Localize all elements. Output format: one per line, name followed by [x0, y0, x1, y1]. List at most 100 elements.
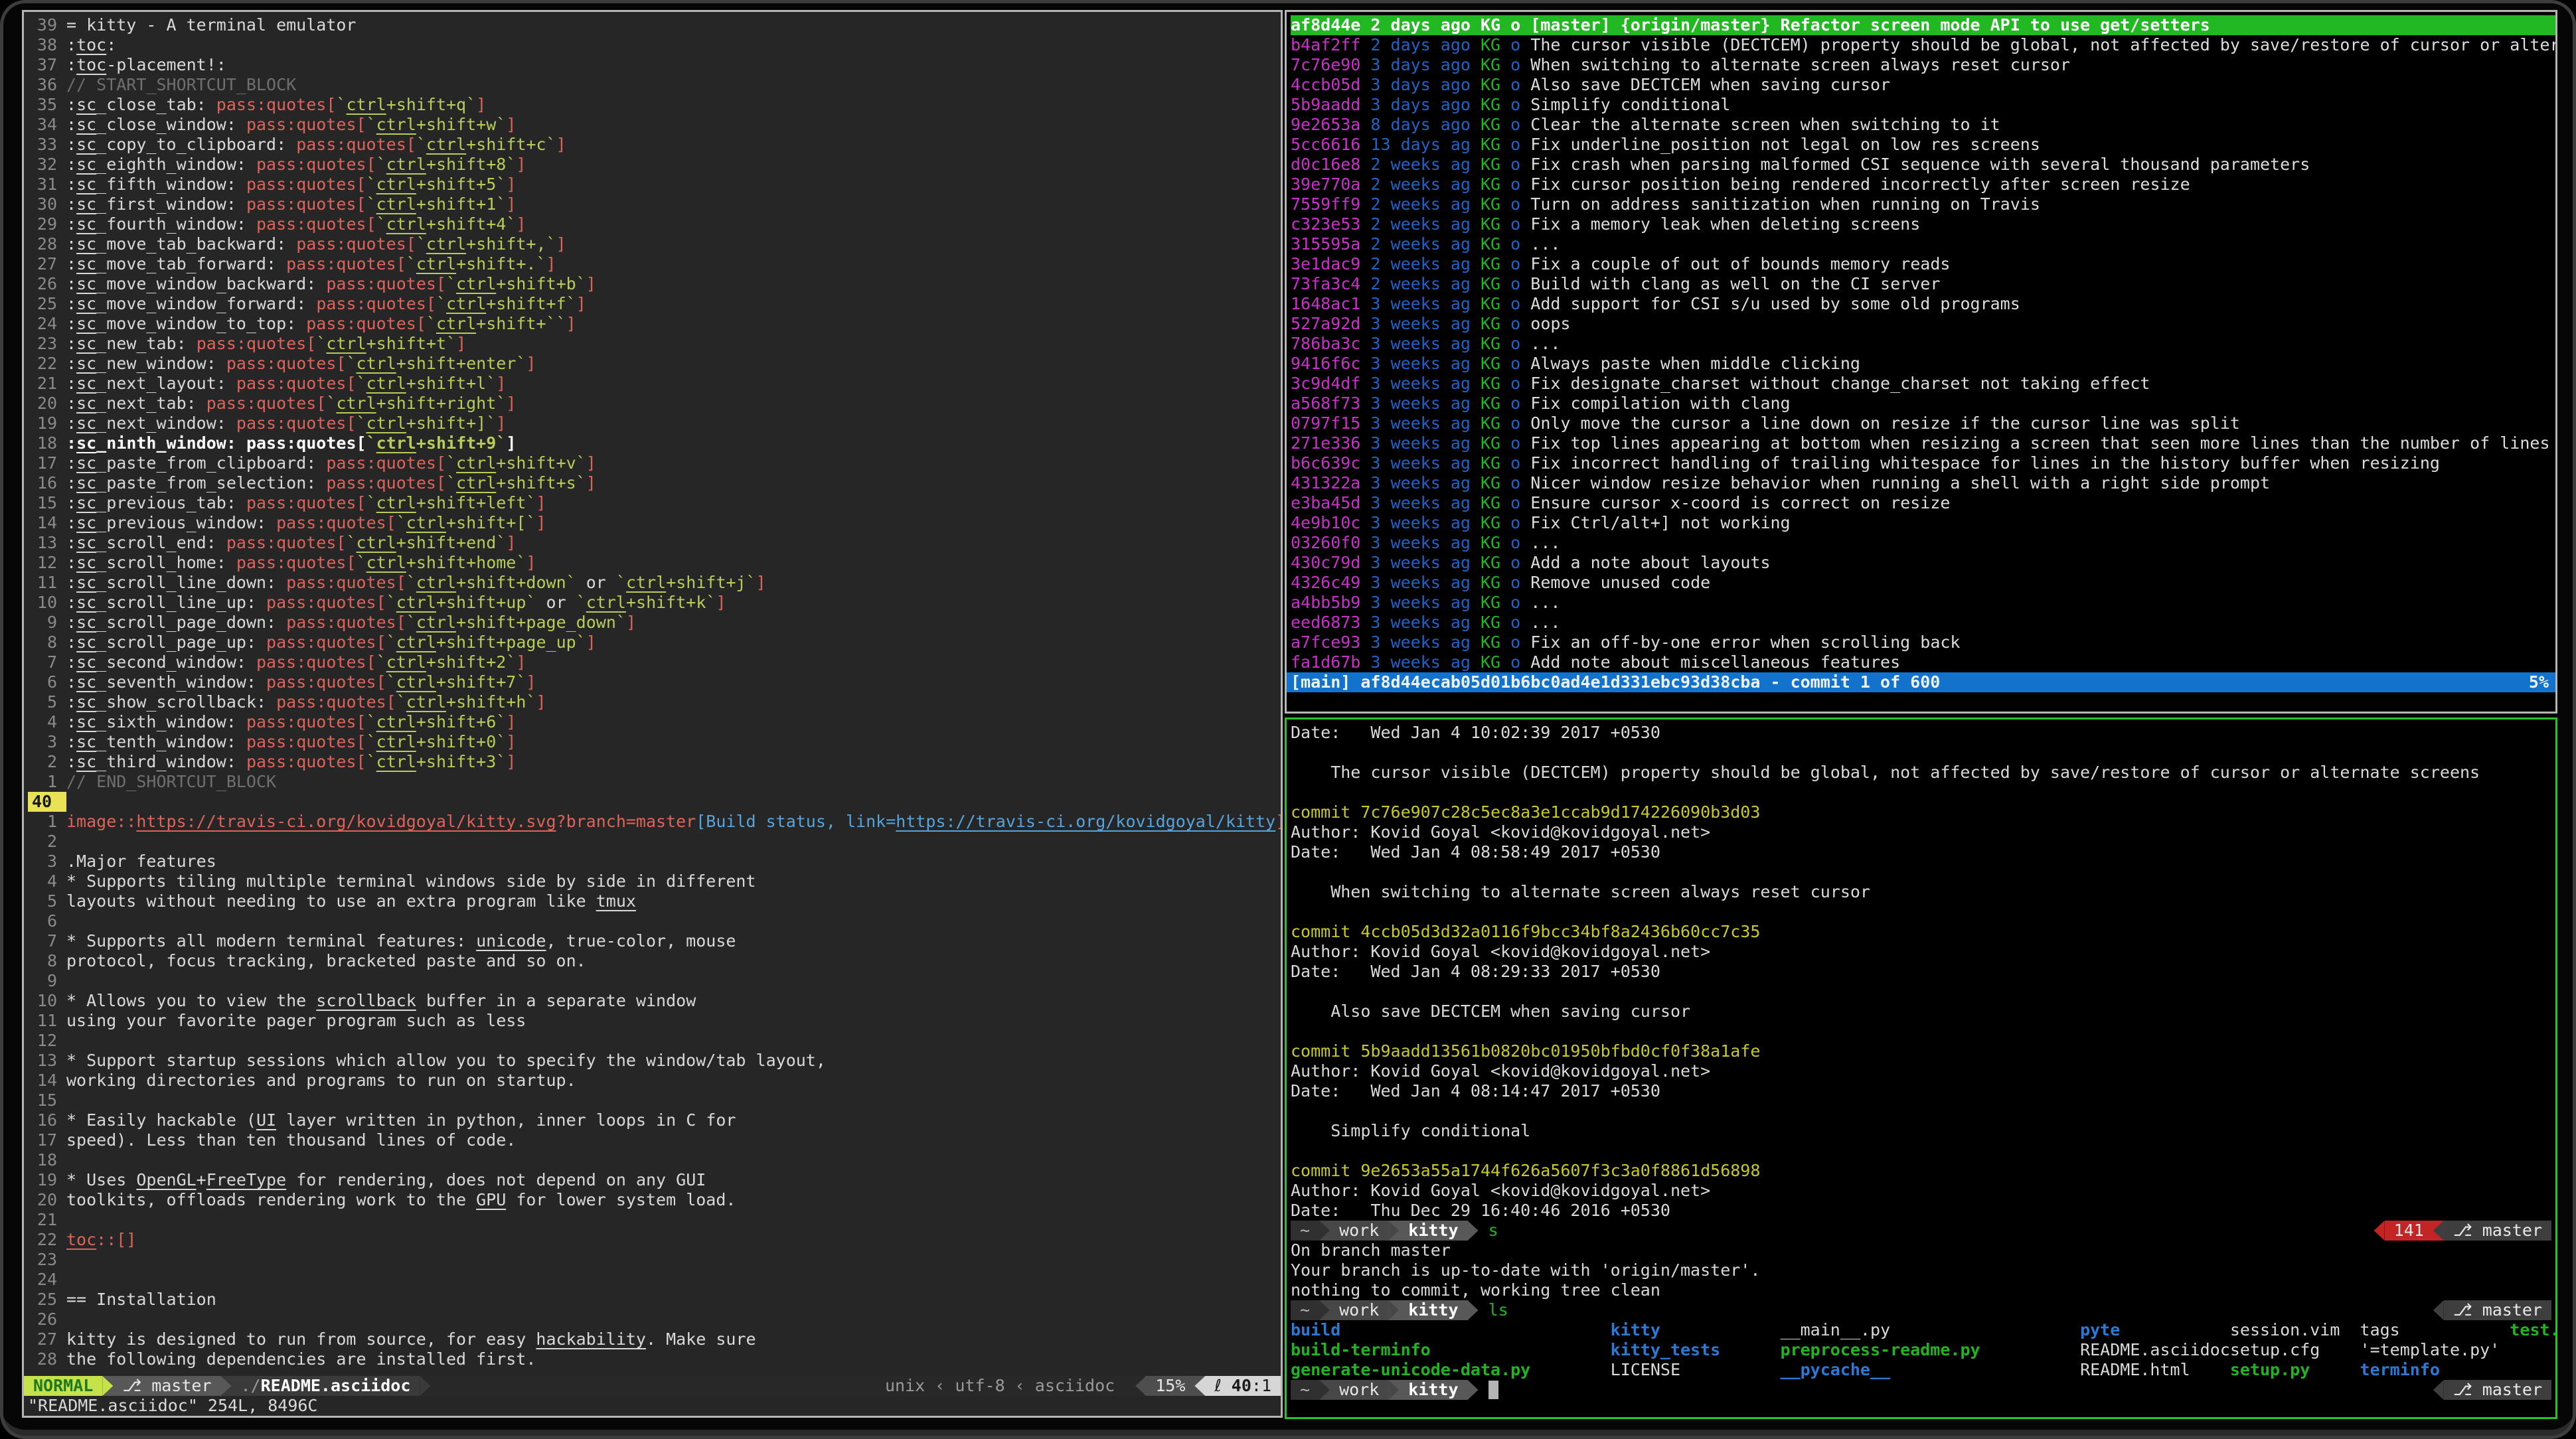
commit-row[interactable]: 7559ff9 2 weeks ag KG o Turn on address … [1291, 194, 2555, 214]
vim-line-number: 34 [28, 115, 66, 135]
vim-line: 2:sc_third_window: pass:quotes[`ctrl+shi… [28, 752, 1281, 772]
vim-line: 1image::https://travis-ci.org/kovidgoyal… [28, 812, 1281, 832]
text-segment: README.html [2080, 1360, 2230, 1380]
vim-line: 23:sc_new_tab: pass:quotes[`ctrl+shift+t… [28, 334, 1281, 354]
vim-window[interactable]: 39= kitty - A terminal emulator38:toc:37… [22, 10, 1283, 1418]
commit-row[interactable]: d0c16e8 2 weeks ag KG o Fix crash when p… [1291, 155, 2555, 175]
text-segment: [Build status, link= [696, 812, 896, 831]
git-branch-segment: ⎇ master [113, 1376, 220, 1396]
commit-row[interactable]: 4326c49 3 weeks ag KG o Remove unused co… [1291, 573, 2555, 593]
vim-line-text: * Supports all modern terminal features:… [66, 931, 1281, 951]
shell-scrollback[interactable]: Date: Wed Jan 4 10:02:39 2017 +0530 The … [1287, 720, 2555, 1400]
commit-row[interactable]: af8d44e 2 days ago KG o [master] {origin… [1291, 15, 2555, 35]
text-segment: __pycache__ [1781, 1360, 2081, 1380]
commit-row[interactable]: 271e336 3 weeks ag KG o Fix top lines ap… [1291, 433, 2555, 453]
commit-row[interactable]: b6c639c 3 weeks ag KG o Fix incorrect ha… [1291, 453, 2555, 473]
vim-line-text: speed). Less than ten thousand lines of … [66, 1130, 1281, 1150]
vim-current-line-number: 40 [28, 792, 66, 812]
vim-line-number: 17 [28, 1130, 66, 1150]
vim-line-number: 14 [28, 513, 66, 533]
vim-line: 25== Installation [28, 1290, 1281, 1310]
vim-line-text: :sc_copy_to_clipboard: pass:quotes[`ctrl… [66, 135, 1281, 155]
text-segment: toc [76, 35, 106, 54]
vim-line-number: 18 [28, 433, 66, 453]
vim-line-text: :sc_next_layout: pass:quotes[`ctrl+shift… [66, 374, 1281, 394]
vim-line: 1// END_SHORTCUT_BLOCK [28, 772, 1281, 792]
text-segment: , true-color, mouse [546, 931, 736, 950]
shell-prompt-line[interactable]: ~workkitty ls⎇ master [1291, 1300, 2555, 1320]
vim-line: 24 [28, 1270, 1281, 1290]
powerline-separator-icon [1194, 1376, 1205, 1396]
text-segment: scrollback [316, 991, 416, 1010]
commit-row[interactable]: 315595a 2 weeks ag KG o ... [1291, 234, 2555, 254]
vim-line: 31:sc_fifth_window: pass:quotes[`ctrl+sh… [28, 175, 1281, 194]
shell-output-line: commit 7c76e907c28c5ec8a3e1ccab9d1742260… [1291, 802, 2555, 822]
text-segment: for lower system load. [506, 1190, 736, 1209]
powerline-separator-icon [1468, 1380, 1479, 1400]
tig-commit-list[interactable]: af8d44e 2 days ago KG o [master] {origin… [1287, 12, 2555, 672]
commit-row[interactable]: 527a92d 3 weeks ag KG o oops [1291, 314, 2555, 334]
commit-row[interactable]: 39e770a 2 weeks ag KG o Fix cursor posit… [1291, 175, 2555, 194]
commit-row[interactable]: 4ccb05d 3 days ago KG o Also save DECTCE… [1291, 75, 2555, 95]
shell-prompt-line[interactable]: ~workkitty⎇ master [1291, 1380, 2555, 1400]
text-segment: The cursor visible (DECTCEM) property sh… [1291, 763, 2480, 783]
commit-row[interactable]: 5cc6616 13 days ag KG o Fix underline_po… [1291, 135, 2555, 155]
commit-row[interactable]: 9416f6c 3 weeks ag KG o Always paste whe… [1291, 354, 2555, 374]
prompt-right-status: ⎇ master [2433, 1380, 2551, 1400]
vim-line-text: :sc_sixth_window: pass:quotes[`ctrl+shif… [66, 712, 1281, 732]
commit-row[interactable]: 3c9d4df 3 weeks ag KG o Fix designate_ch… [1291, 374, 2555, 394]
exit-code-badge: 141 [2385, 1221, 2433, 1241]
text-segment: : [66, 35, 76, 54]
commit-row[interactable]: 7c76e90 3 days ago KG o When switching t… [1291, 55, 2555, 75]
commit-row[interactable]: 4e9b10c 3 weeks ag KG o Fix Ctrl/alt+] n… [1291, 513, 2555, 533]
vim-line-text: working directories and programs to run … [66, 1071, 1281, 1091]
prompt-right-status: 141⎇ master [2374, 1221, 2551, 1241]
text-segment: pyte [2080, 1320, 2230, 1340]
text-segment: layer written in python, inner loops in … [276, 1110, 736, 1130]
vim-line-text: :sc_previous_tab: pass:quotes[`ctrl+shif… [66, 493, 1281, 513]
vim-line: 12:sc_scroll_home: pass:quotes[`ctrl+shi… [28, 553, 1281, 573]
vim-line: 25:sc_move_window_forward: pass:quotes[`… [28, 294, 1281, 314]
commit-row[interactable]: 1648ac1 3 weeks ag KG o Add support for … [1291, 294, 2555, 314]
commit-row[interactable]: a7fce93 3 weeks ag KG o Fix an off-by-on… [1291, 633, 2555, 652]
commit-row[interactable]: 9e2653a 8 days ago KG o Clear the altern… [1291, 115, 2555, 135]
text-segment: // END_SHORTCUT_BLOCK [66, 772, 276, 791]
text-segment: speed). Less than ten thousand lines of … [66, 1130, 516, 1150]
powerline-separator-icon [2433, 1300, 2444, 1320]
git-log-window[interactable]: af8d44e 2 days ago KG o [master] {origin… [1285, 10, 2557, 714]
commit-row[interactable]: c323e53 2 weeks ag KG o Fix a memory lea… [1291, 214, 2555, 234]
commit-row[interactable]: e3ba45d 3 weeks ag KG o Ensure cursor x-… [1291, 493, 2555, 513]
vim-line: 9:sc_scroll_page_down: pass:quotes[`ctrl… [28, 613, 1281, 633]
text-segment: Date: Wed Jan 4 08:58:49 2017 +0530 [1291, 842, 1660, 862]
commit-row[interactable]: eed6873 3 weeks ag KG o ... [1291, 613, 2555, 633]
text-segment: toolkits, offloads rendering work to the [66, 1190, 476, 1209]
commit-row[interactable]: 03260f0 3 weeks ag KG o ... [1291, 533, 2555, 553]
text-segment: -placement!: [106, 55, 226, 74]
vim-buffer[interactable]: 39= kitty - A terminal emulator38:toc:37… [24, 12, 1281, 1369]
commit-row[interactable]: 73fa3c4 2 weeks ag KG o Build with clang… [1291, 274, 2555, 294]
vim-line-number: 27 [28, 1329, 66, 1349]
shell-blank-line [1291, 862, 2555, 882]
commit-row[interactable]: b4af2ff 2 days ago KG o The cursor visib… [1291, 35, 2555, 55]
branch-icon: ⎇ [2453, 1221, 2482, 1240]
cursor-position-indicator: ℓ 40:1 [1205, 1376, 1281, 1396]
commit-row[interactable]: 431322a 3 weeks ag KG o Nicer window res… [1291, 473, 2555, 493]
shell-window[interactable]: Date: Wed Jan 4 10:02:39 2017 +0530 The … [1285, 718, 2557, 1419]
vim-line-text [66, 1250, 1281, 1270]
text-segment: working directories and programs to run … [66, 1071, 576, 1090]
vim-line: 22toc::[] [28, 1230, 1281, 1250]
commit-row[interactable]: 430c79d 3 weeks ag KG o Add a note about… [1291, 553, 2555, 573]
vim-line-number: 26 [28, 1310, 66, 1329]
commit-row[interactable]: fa1d67b 3 weeks ag KG o Add note about m… [1291, 652, 2555, 672]
shell-prompt-line[interactable]: ~workkitty s141⎇ master [1291, 1221, 2555, 1241]
vim-line-number: 28 [28, 1349, 66, 1369]
commit-row[interactable]: 5b9aadd 3 days ago KG o Simplify conditi… [1291, 95, 2555, 115]
text-segment: layouts without needing to use an extra … [66, 891, 596, 911]
commit-row[interactable]: 786ba3c 3 weeks ag KG o ... [1291, 334, 2555, 354]
vim-line: 26 [28, 1310, 1281, 1329]
commit-row[interactable]: a4bb5b9 3 weeks ag KG o ... [1291, 593, 2555, 613]
commit-row[interactable]: 0797f15 3 weeks ag KG o Only move the cu… [1291, 414, 2555, 433]
vim-line-number: 2 [28, 832, 66, 852]
commit-row[interactable]: a568f73 3 weeks ag KG o Fix compilation … [1291, 394, 2555, 414]
commit-row[interactable]: 3e1dac9 2 weeks ag KG o Fix a couple of … [1291, 254, 2555, 274]
